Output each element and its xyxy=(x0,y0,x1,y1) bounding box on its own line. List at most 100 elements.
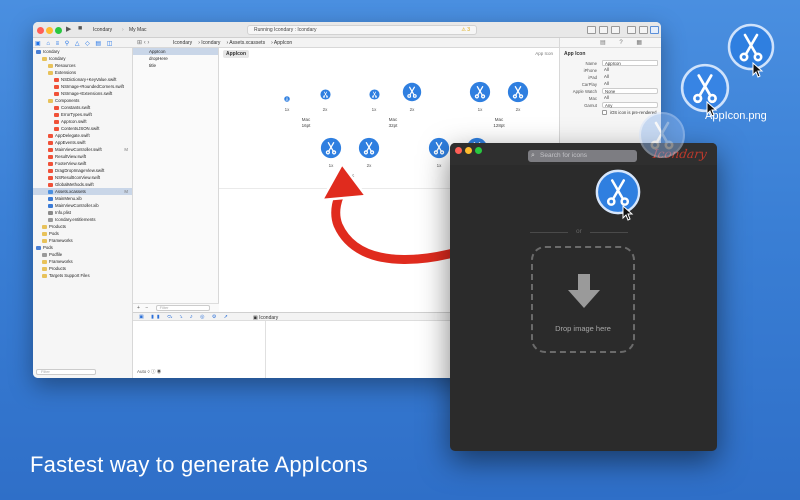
navigator-item[interactable]: Icondary xyxy=(33,55,132,62)
debug-controls-icons[interactable]: ▣ ▮▮ ⤼ ⤵ ⤴ ◎ ⚙ ➚ xyxy=(139,314,231,320)
navigator-item[interactable]: Podfile xyxy=(33,251,132,258)
destination-selector[interactable]: My Mac xyxy=(129,25,147,35)
icon-slot[interactable] xyxy=(402,82,422,107)
icon-slot[interactable] xyxy=(284,89,290,107)
standard-editor-icon[interactable] xyxy=(587,26,596,34)
inspector-row: Name AppIcon xyxy=(560,60,661,67)
inspector-checkbox-value[interactable]: All xyxy=(602,74,658,80)
app-icon-image[interactable] xyxy=(319,88,331,100)
navigator-filter-field[interactable]: Filter xyxy=(36,369,96,375)
app-icon-image[interactable] xyxy=(368,88,380,100)
navigator-item[interactable]: Constants.swift xyxy=(33,104,132,111)
navigator-item[interactable]: Pods xyxy=(33,230,132,237)
inspector-popup[interactable]: None xyxy=(602,88,658,94)
navigator-item[interactable]: Targets Support Files xyxy=(33,272,132,279)
navigator-item[interactable]: NSDictionary+KeyValue.swift xyxy=(33,76,132,83)
scheme-selector[interactable]: Icondary xyxy=(93,25,112,35)
navigator-toggle-icon[interactable] xyxy=(627,26,636,34)
debug-toggle-icon[interactable] xyxy=(639,26,648,34)
navigator-item[interactable]: Info.plist xyxy=(33,209,132,216)
navigator-item[interactable]: Products xyxy=(33,265,132,272)
asset-row[interactable]: title xyxy=(133,62,218,69)
navigator-item[interactable]: MainViewController.swift M xyxy=(33,146,132,153)
stop-icon[interactable]: ■ xyxy=(78,25,82,32)
navigator-item[interactable]: NSImage+RoundedCorners.swift xyxy=(33,83,132,90)
icon-search-field[interactable]: ⌕ Search for icons xyxy=(528,150,637,162)
navigator-item[interactable]: NSImage+Extensions.swift xyxy=(33,90,132,97)
icon-slot[interactable] xyxy=(507,81,529,108)
inspector-checkbox-value[interactable]: All xyxy=(602,95,658,101)
asset-filter-field[interactable]: Filter xyxy=(155,305,210,311)
breadcrumb-item[interactable]: Icondary xyxy=(173,40,192,46)
navigator-item[interactable]: ContentsJSON.swift xyxy=(33,125,132,132)
zoom-window-button[interactable] xyxy=(475,147,482,154)
navigator-item[interactable]: Pods xyxy=(33,244,132,251)
folder-icon xyxy=(48,70,53,75)
minimize-window-button[interactable] xyxy=(465,147,472,154)
assistant-editor-icon[interactable] xyxy=(599,26,608,34)
asset-row[interactable]: AppIcon xyxy=(133,48,218,55)
inspector-toggle-icon[interactable] xyxy=(650,26,659,34)
inspector-text-field[interactable]: AppIcon xyxy=(602,60,658,66)
inspector-tabs[interactable]: ▤ ? ▦ xyxy=(560,38,661,48)
app-icon-image[interactable] xyxy=(507,81,529,103)
version-editor-icon[interactable] xyxy=(611,26,620,34)
inspector-popup[interactable]: Any xyxy=(602,102,658,108)
navigator-item[interactable]: ResultView.swift xyxy=(33,153,132,160)
app-icon-image[interactable] xyxy=(320,137,342,159)
navigator-item[interactable]: AppEvents.swift xyxy=(33,139,132,146)
navigator-item[interactable]: DragDropImageView.swift xyxy=(33,167,132,174)
variables-scope[interactable]: Auto ◊ ⓘ ◉ xyxy=(137,369,161,375)
zoom-window-button[interactable] xyxy=(55,27,62,34)
file-icon xyxy=(48,203,53,208)
icon-slot[interactable] xyxy=(320,137,342,164)
icon-slot[interactable] xyxy=(358,137,380,164)
navigator-item[interactable]: ErrorTypes.swift xyxy=(33,111,132,118)
inspector-checkbox-value[interactable]: All xyxy=(602,67,658,73)
navigator-item[interactable]: Resources xyxy=(33,62,132,69)
close-window-button[interactable] xyxy=(455,147,462,154)
prerendered-checkbox[interactable] xyxy=(602,110,607,115)
navigator-item[interactable]: GlobalMethods.swift xyxy=(33,181,132,188)
breadcrumb-item[interactable]: Icondary xyxy=(201,40,220,46)
icon-slot[interactable] xyxy=(469,81,491,108)
search-icon: ⌕ xyxy=(531,152,535,159)
navigator-item[interactable]: Frameworks xyxy=(33,237,132,244)
file-icon xyxy=(48,147,53,152)
icon-slot[interactable] xyxy=(319,87,331,105)
add-asset-button[interactable]: + xyxy=(137,305,140,311)
app-icon-image[interactable] xyxy=(284,96,290,102)
navigator-item[interactable]: AppDelegate.swift xyxy=(33,132,132,139)
warning-count[interactable]: ⚠ 3 xyxy=(461,26,470,34)
app-icon-image[interactable] xyxy=(402,82,422,102)
navigator-item[interactable]: MainMenu.xib xyxy=(33,195,132,202)
navigator-item[interactable]: MainViewController.xib xyxy=(33,202,132,209)
navigator-item[interactable]: Extensions xyxy=(33,69,132,76)
navigator-selector-icons[interactable]: ▣ ⌂ ≡ ⚲ △ ◇ ▤ ◫ xyxy=(35,40,114,47)
app-icon-image[interactable] xyxy=(469,81,491,103)
remove-asset-button[interactable]: − xyxy=(145,305,148,311)
icon-slot[interactable] xyxy=(368,87,380,105)
breadcrumb-item[interactable]: AppIcon xyxy=(274,40,292,46)
navigator-item[interactable]: NSResultIconView.swift xyxy=(33,174,132,181)
navigator-item[interactable]: Components xyxy=(33,97,132,104)
inspector-checkbox-value[interactable]: All xyxy=(602,81,658,87)
navigator-item[interactable]: Icondary xyxy=(33,48,132,55)
navigator-item[interactable]: AppIcon.swift xyxy=(33,118,132,125)
navigator-item[interactable]: Products xyxy=(33,223,132,230)
navigator-item-label: MainMenu.xib xyxy=(55,196,82,201)
navigator-item[interactable]: Icondary.entitlements xyxy=(33,216,132,223)
navigator-item[interactable]: Assets.xcassets M xyxy=(33,188,132,195)
related-items-icon[interactable]: ⊞ ‹ › xyxy=(137,39,149,46)
minimize-window-button[interactable] xyxy=(46,27,53,34)
run-icon[interactable]: ▶ xyxy=(66,25,71,33)
asset-row[interactable]: dropHere xyxy=(133,55,218,62)
icon-slot[interactable] xyxy=(428,137,450,164)
navigator-item[interactable]: FooterView.swift xyxy=(33,160,132,167)
close-window-button[interactable] xyxy=(37,27,44,34)
drop-zone[interactable]: Drop image here xyxy=(531,246,635,353)
app-icon-image[interactable] xyxy=(428,137,450,159)
breadcrumb-item[interactable]: Assets.xcassets xyxy=(229,40,265,46)
app-icon-image[interactable] xyxy=(358,137,380,159)
navigator-item[interactable]: Frameworks xyxy=(33,258,132,265)
